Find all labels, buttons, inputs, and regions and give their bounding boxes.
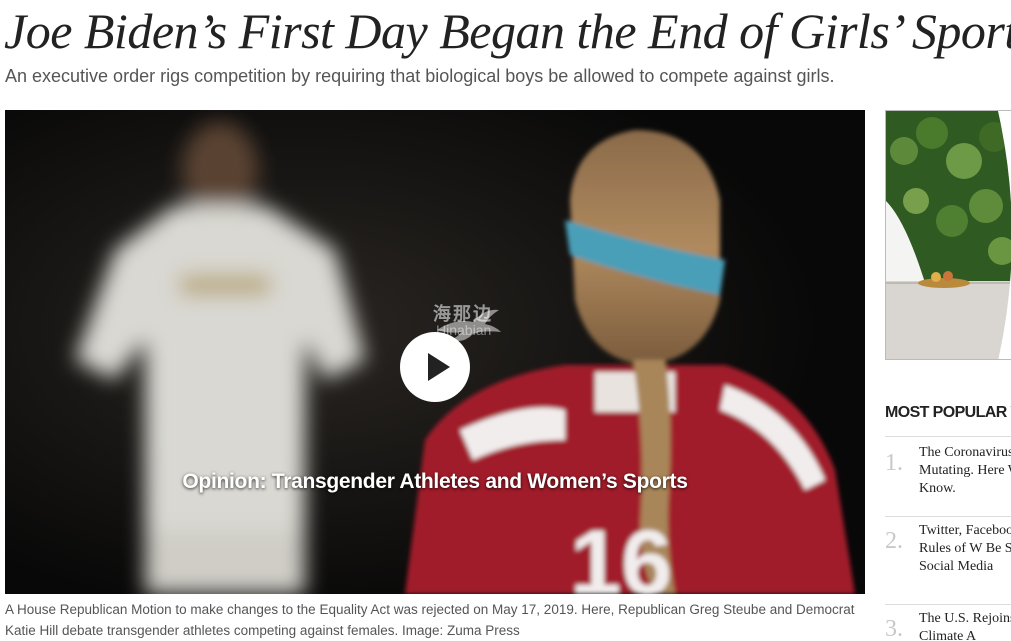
divider	[885, 604, 1011, 605]
divider	[885, 516, 1011, 517]
item-number: 2.	[885, 528, 903, 554]
item-title[interactable]: Twitter, Facebook the Rules of W Be Said…	[919, 522, 1011, 576]
ad-image	[886, 111, 1011, 359]
article-headline: Joe Biden’s First Day Began the End of G…	[4, 3, 1011, 59]
most-popular-item[interactable]: 1. The Coronavirus Mutating. Here We Kno…	[885, 444, 1011, 508]
most-popular-heading: MOST POPULAR V	[885, 404, 1011, 421]
jersey-number: 16	[570, 512, 672, 594]
divider	[885, 436, 1011, 437]
item-number: 1.	[885, 450, 903, 476]
play-icon	[428, 353, 450, 381]
item-title[interactable]: The U.S. Rejoins Paris Climate A	[919, 610, 1011, 641]
watermark: 海那边 Hinabian	[433, 300, 593, 342]
video-player[interactable]: 16 海那边 Hinabian Opinion: Transgender Ath…	[5, 110, 865, 594]
most-popular-item[interactable]: 2. Twitter, Facebook the Rules of W Be S…	[885, 522, 1011, 600]
item-number: 3.	[885, 616, 903, 641]
most-popular-item[interactable]: 3. The U.S. Rejoins Paris Climate A	[885, 610, 1011, 641]
video-title: Opinion: Transgender Athletes and Women’…	[182, 470, 688, 493]
play-button[interactable]	[400, 332, 470, 402]
item-title[interactable]: The Coronavirus Mutating. Here We Know.	[919, 444, 1011, 498]
article-dek: An executive order rigs competition by r…	[5, 66, 835, 86]
sidebar-ad[interactable]	[885, 110, 1011, 360]
image-caption: A House Republican Motion to make change…	[5, 602, 855, 638]
